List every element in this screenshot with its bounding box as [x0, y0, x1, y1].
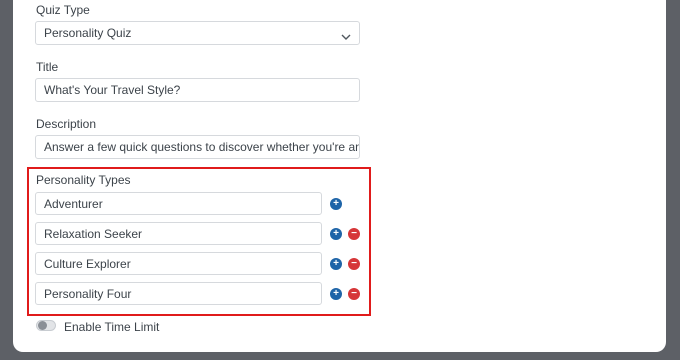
personality-type-input-2[interactable]: Relaxation Seeker	[35, 222, 322, 245]
quiz-type-value: Personality Quiz	[44, 26, 132, 40]
personality-type-value: Relaxation Seeker	[44, 226, 143, 241]
time-limit-label: Enable Time Limit	[64, 320, 160, 334]
personality-type-value: Adventurer	[44, 196, 103, 211]
plus-circle-icon[interactable]: +	[330, 228, 342, 240]
personality-type-input-4[interactable]: Personality Four	[35, 282, 322, 305]
personality-type-value: Personality Four	[44, 286, 132, 301]
personality-type-value: Culture Explorer	[44, 256, 131, 271]
quiz-type-label: Quiz Type	[36, 3, 90, 17]
title-input[interactable]: What's Your Travel Style?	[35, 78, 360, 102]
personality-type-input-1[interactable]: Adventurer	[35, 192, 322, 215]
description-input[interactable]: Answer a few quick questions to discover…	[35, 135, 360, 159]
description-label: Description	[36, 117, 97, 131]
plus-circle-icon[interactable]: +	[330, 288, 342, 300]
plus-circle-icon[interactable]: +	[330, 198, 342, 210]
minus-circle-icon[interactable]: −	[348, 258, 360, 270]
minus-circle-icon[interactable]: −	[348, 228, 360, 240]
personality-type-input-3[interactable]: Culture Explorer	[35, 252, 322, 275]
description-value: Answer a few quick questions to discover…	[44, 140, 359, 154]
personality-types-label: Personality Types	[36, 173, 131, 187]
quiz-type-select[interactable]: Personality Quiz	[35, 21, 360, 45]
plus-circle-icon[interactable]: +	[330, 258, 342, 270]
title-value: What's Your Travel Style?	[44, 83, 181, 97]
minus-circle-icon[interactable]: −	[348, 288, 360, 300]
toggle-knob	[38, 321, 47, 330]
time-limit-toggle[interactable]	[36, 320, 56, 331]
title-label: Title	[36, 60, 59, 74]
chevron-down-icon	[341, 30, 351, 44]
